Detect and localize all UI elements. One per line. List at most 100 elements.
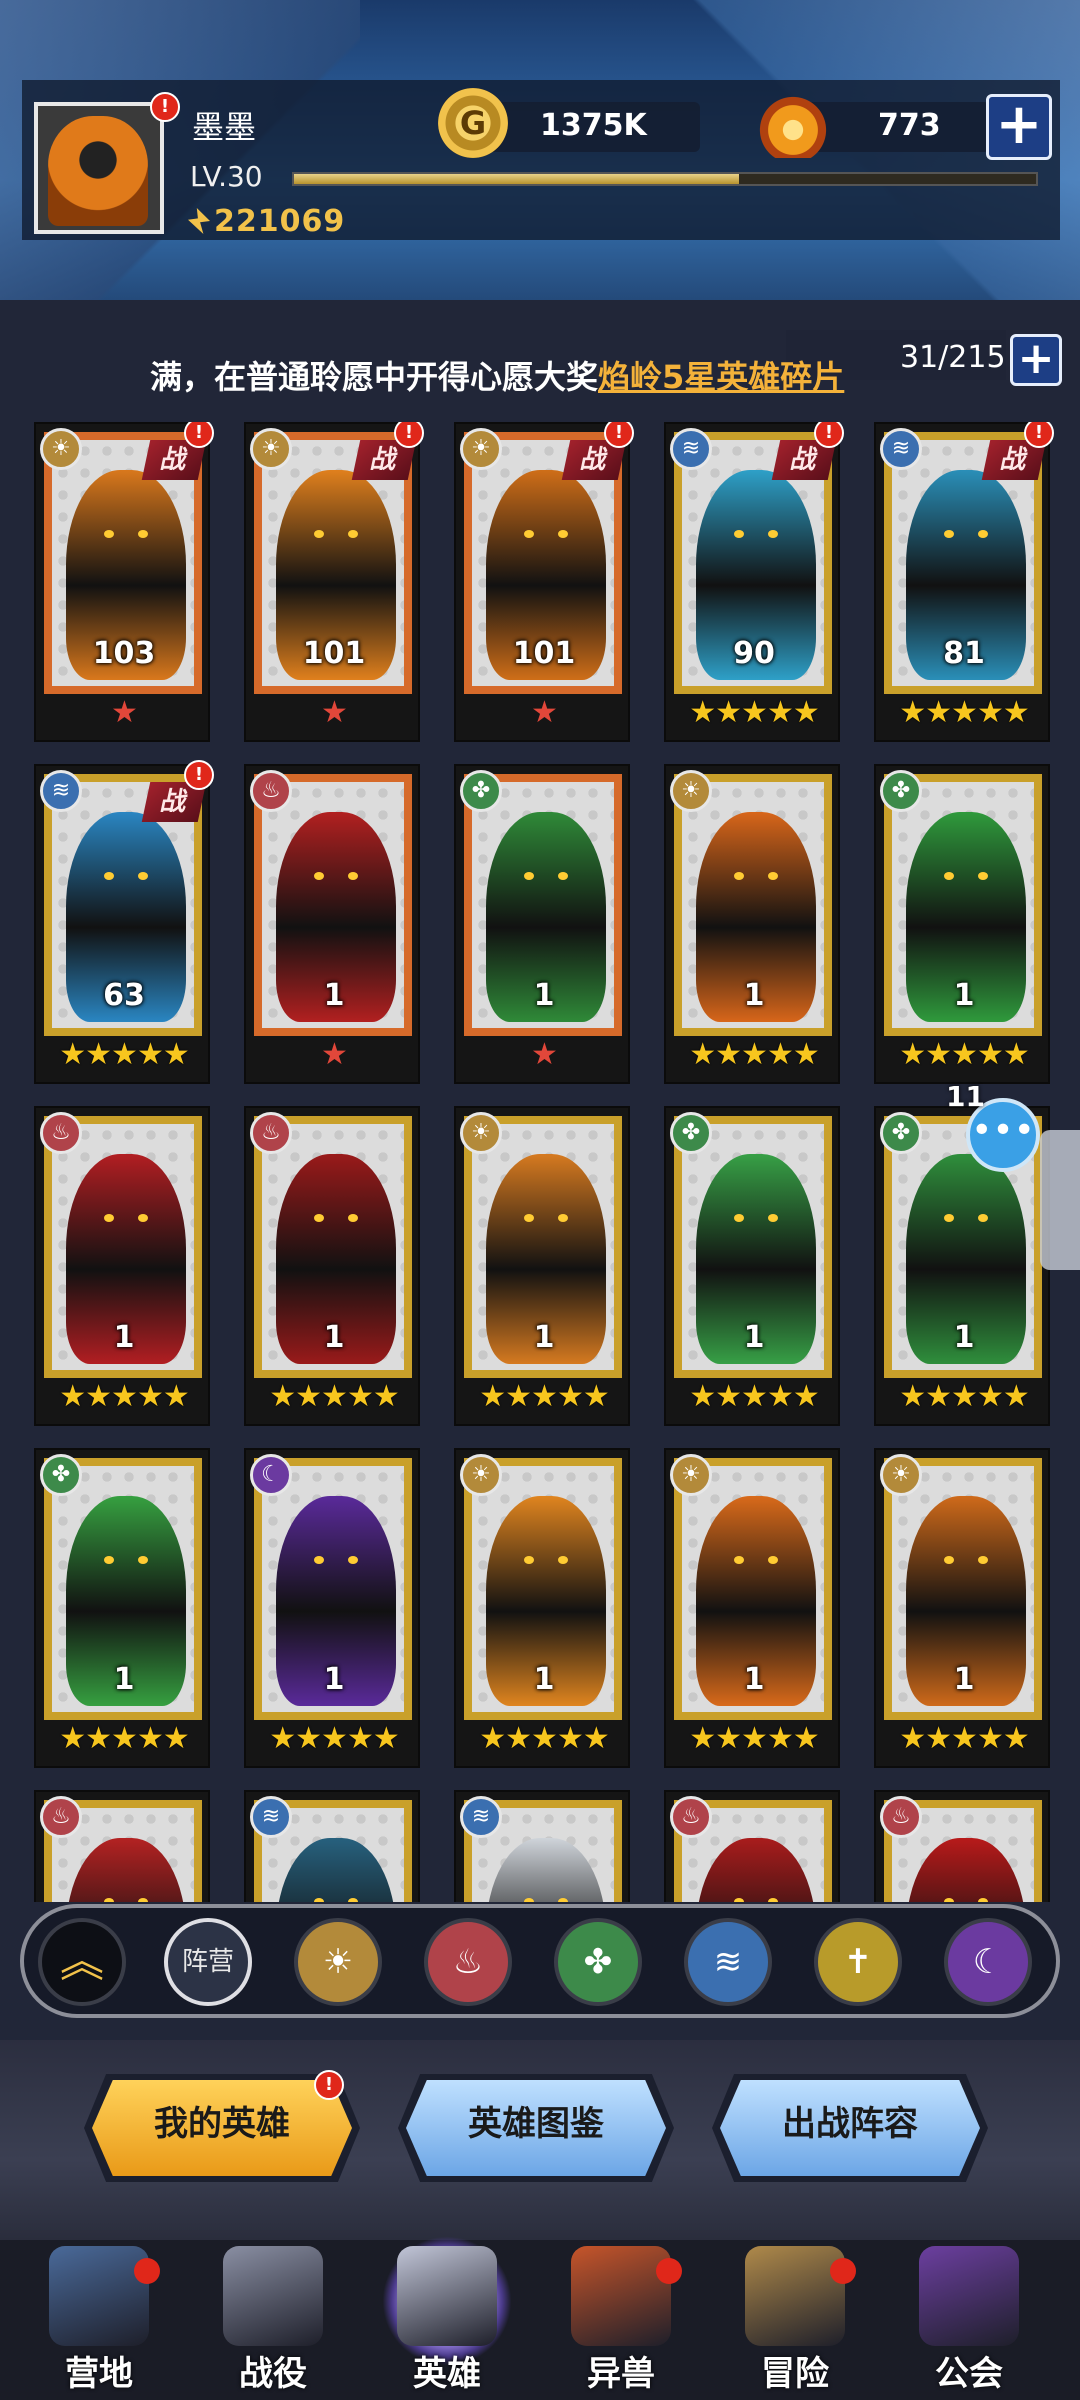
nav-label: 战役 — [239, 2354, 307, 2394]
hero-level: 1 — [743, 978, 765, 1013]
nav-guild[interactable]: 公会 — [884, 2236, 1054, 2400]
star-icon: ★ — [372, 1721, 400, 1756]
star-icon: ★ — [976, 1721, 1004, 1756]
chevron-up-icon[interactable]: ︽ — [38, 1918, 126, 2006]
sun-faction-icon: ☀ — [460, 428, 502, 470]
announcement-highlight: 焰岭5星英雄碎片 — [598, 358, 845, 396]
hero-card[interactable]: ☀ 战! 103 ★ — [34, 422, 214, 742]
nav-campaign[interactable]: 战役 — [188, 2236, 358, 2400]
announcement-text: 满，在普通聆愿中开得心愿大奖 — [150, 358, 599, 396]
hero-card[interactable]: ≋ 战! 90 ★★★★★ — [664, 422, 844, 742]
hero-card[interactable]: ✤ 1 ★ — [454, 764, 630, 1084]
hero-stars: ★★★★★ — [876, 696, 1052, 730]
add-gems-button[interactable]: + — [986, 94, 1052, 160]
tab-my-heroes[interactable]: 我的英雄 — [92, 2080, 352, 2176]
filter-holy-icon[interactable]: ✝ — [814, 1918, 902, 2006]
hero-card[interactable]: ≋ 战! 63 ★★★★★ — [34, 760, 214, 1084]
filter-sun-icon[interactable]: ☀ — [294, 1918, 382, 2006]
star-icon: ★ — [689, 1037, 716, 1072]
star-icon: ★ — [925, 1721, 952, 1756]
star-icon: ★ — [899, 1721, 926, 1756]
star-icon: ★ — [136, 1379, 164, 1414]
hero-card[interactable]: ☀ 战! 101 ★ — [454, 422, 634, 742]
hero-card[interactable]: ☾ 1 ★★★★★ — [244, 1448, 420, 1768]
nav-notification-dot — [830, 2258, 856, 2284]
hero-card[interactable]: ☀ 1 ★★★★★ — [454, 1106, 630, 1426]
filter-wood-icon[interactable]: ✤ — [554, 1918, 642, 2006]
nav-camp[interactable]: 营地 — [14, 2236, 184, 2400]
star-icon: ★ — [111, 1037, 138, 1072]
hero-card[interactable]: ♨ 1 ★★★★★ — [34, 1106, 210, 1426]
hero-card[interactable]: ☀ 1 ★★★★★ — [664, 764, 840, 1084]
star-icon: ★ — [741, 1379, 768, 1414]
hero-card[interactable]: ♨ 1 ★★★★★ — [244, 1106, 420, 1426]
fire-faction-icon: ♨ — [250, 1112, 292, 1154]
hero-stars: ★★★★★ — [666, 1038, 842, 1072]
wood-faction-icon: ✤ — [880, 1112, 922, 1154]
hero-stars: ★ — [246, 696, 422, 730]
star-icon: ★ — [505, 1379, 532, 1414]
water-faction-icon: ≋ — [40, 770, 82, 812]
hero-card[interactable]: ♨ 1 ★ — [244, 764, 420, 1084]
star-icon: ★ — [162, 1379, 190, 1414]
guild-icon — [919, 2246, 1019, 2346]
wood-faction-icon: ✤ — [460, 770, 502, 812]
hero-card[interactable]: ✤ 1 ★★★★★ — [34, 1448, 210, 1768]
hero-card[interactable]: ☀ 1 ★★★★★ — [454, 1448, 630, 1768]
star-icon: ★ — [59, 1037, 86, 1072]
filter-water-icon[interactable]: ≋ — [684, 1918, 772, 2006]
tab-battle-lineup[interactable]: 出战阵容 — [720, 2080, 980, 2176]
campaign-icon — [223, 2246, 323, 2346]
combat-power: 221069 — [188, 204, 345, 239]
hero-alert-badge: ! — [394, 422, 424, 448]
fire-faction-icon: ♨ — [880, 1796, 922, 1838]
hero-card[interactable]: ≋ — [454, 1790, 630, 1902]
gem-icon — [758, 88, 828, 158]
hero-alert-badge: ! — [184, 422, 214, 448]
hero-card[interactable]: ≋ 战! 81 ★★★★★ — [874, 422, 1054, 742]
nav-hero[interactable]: 英雄 — [362, 2236, 532, 2400]
star-icon: ★ — [321, 1379, 348, 1414]
tab-hero-codex[interactable]: 英雄图鉴 — [406, 2080, 666, 2176]
filter-fire-icon[interactable]: ♨ — [424, 1918, 512, 2006]
hero-card[interactable]: ✤ 1 ★★★★★ — [874, 764, 1050, 1084]
star-icon: ★ — [321, 695, 348, 730]
hero-stars: ★★★★★ — [36, 1380, 212, 1414]
side-drawer-handle[interactable] — [1040, 1130, 1080, 1270]
hero-level: 63 — [103, 978, 145, 1013]
player-avatar[interactable] — [34, 102, 164, 234]
hero-card[interactable]: ♨ — [874, 1790, 1050, 1902]
sun-faction-icon: ☀ — [250, 428, 292, 470]
hero-card[interactable]: ♨ — [664, 1790, 840, 1902]
hero-card[interactable]: ☀ 1 ★★★★★ — [874, 1448, 1050, 1768]
wood-faction-icon: ✤ — [880, 770, 922, 812]
hero-card[interactable]: ✤ 1 ★★★★★ — [664, 1106, 840, 1426]
filter-camp-button[interactable]: 阵营 — [164, 1918, 252, 2006]
nav-notification-dot — [134, 2258, 160, 2284]
hero-level: 1 — [323, 1320, 345, 1355]
star-icon: ★ — [689, 695, 716, 730]
filter-dark-icon[interactable]: ☾ — [944, 1918, 1032, 2006]
hero-card[interactable]: ♨ — [34, 1790, 210, 1902]
star-icon: ★ — [479, 1379, 506, 1414]
star-icon: ★ — [899, 695, 926, 730]
player-name: 墨墨 — [192, 108, 257, 146]
nav-beast[interactable]: 异兽 — [536, 2236, 706, 2400]
star-icon: ★ — [951, 1037, 978, 1072]
star-icon: ★ — [111, 1721, 138, 1756]
star-icon: ★ — [531, 1037, 558, 1072]
hero-figure — [906, 1838, 1026, 1902]
power-icon — [188, 208, 210, 234]
hero-level: 90 — [733, 636, 775, 671]
hero-card[interactable]: ☀ 1 ★★★★★ — [664, 1448, 840, 1768]
nav-adventure[interactable]: 冒险 — [710, 2236, 880, 2400]
expand-capacity-button[interactable]: + — [1010, 334, 1062, 386]
hero-card[interactable]: ≋ — [244, 1790, 420, 1902]
hero-level: 1 — [743, 1662, 765, 1697]
hero-alert-badge: ! — [1024, 422, 1054, 448]
nav-label: 冒险 — [761, 2354, 829, 2394]
player-level: LV.30 — [190, 160, 263, 193]
star-icon: ★ — [715, 695, 742, 730]
hero-card[interactable]: ☀ 战! 101 ★ — [244, 422, 424, 742]
hero-figure — [66, 1838, 186, 1902]
